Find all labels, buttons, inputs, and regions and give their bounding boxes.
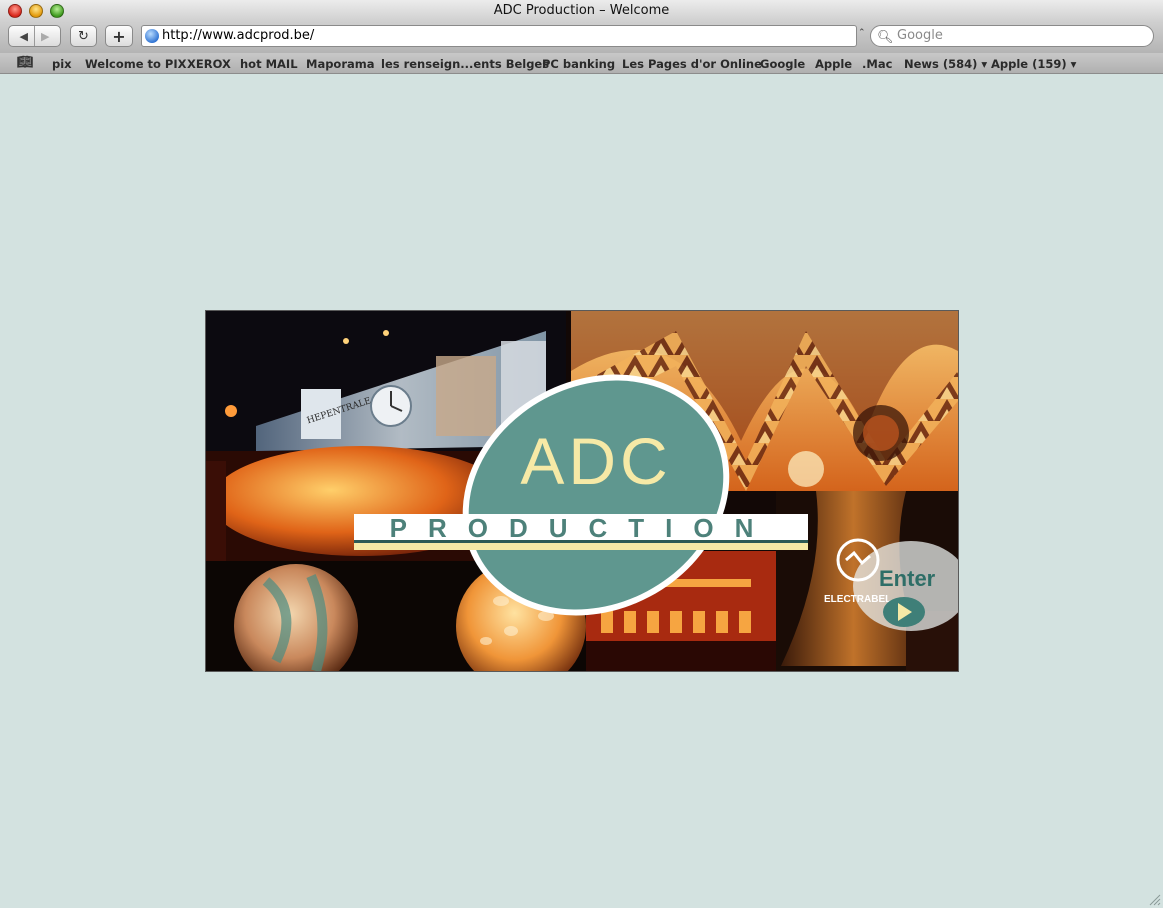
forward-button[interactable]: ▶ [41,30,49,43]
minimize-window-button[interactable] [29,4,43,18]
logo-sub-text: PRODUCTION [390,513,775,543]
resize-grip-icon[interactable] [1149,894,1161,906]
search-input[interactable]: 🔍︎ Google [870,25,1154,47]
bookmark-google[interactable]: Google [760,57,805,71]
bookmark-pc-banking[interactable]: PC banking [542,57,615,71]
address-bar[interactable]: http://www.adcprod.be/ [141,25,857,47]
bookmark-welcome-to-pix[interactable]: Welcome to PIX [85,57,187,71]
url-text: http://www.adcprod.be/ [162,28,315,43]
bookmarks-bar: 📖︎ pix Welcome to PIX XEROX hot MAIL Map… [0,53,1163,74]
search-icon: 🔍︎ [877,30,894,45]
globe-icon [145,29,159,43]
bookmark-renseignements-belges[interactable]: les renseign...ents Belges [381,57,549,71]
search-placeholder: Google [897,28,943,43]
reload-icon: ↻ [78,28,89,44]
back-button[interactable]: ◀ [20,30,28,43]
browser-toolbar: ◀ ▶ ↻ + http://www.adcprod.be/ ⌃ 🔍︎ Goog… [0,22,1163,53]
sponsor-label: ELECTRABEL [824,594,891,605]
banner-collage: HEPENTRALE ADC PRODUCTION ELECTRABEL Ent… [206,311,958,671]
reload-button[interactable]: ↻ [70,25,97,47]
title-bar: ADC Production – Welcome [0,0,1163,22]
bookmark-apple[interactable]: Apple [815,57,852,71]
logo-main-text: ADC [520,424,671,498]
divider [34,26,35,46]
bookmark-hot-mail[interactable]: hot MAIL [240,57,298,71]
bookmark-mac[interactable]: .Mac [862,57,892,71]
enter-label: Enter [879,566,936,591]
address-history-icon[interactable]: ⌃ [858,28,866,38]
bookmark-xerox[interactable]: XEROX [187,57,231,71]
zoom-window-button[interactable] [50,4,64,18]
bookmarks-book-icon[interactable]: 📖︎ [17,55,34,70]
bookmark-news-folder[interactable]: News (584) ▾ [904,57,987,71]
add-bookmark-button[interactable]: + [105,25,133,47]
bookmark-maporama[interactable]: Maporama [306,57,375,71]
plus-icon: + [112,26,126,46]
close-window-button[interactable] [8,4,22,18]
window-title: ADC Production – Welcome [493,3,670,18]
bookmark-pages-dor[interactable]: Les Pages d'or Online [622,57,762,71]
back-forward-control: ◀ ▶ [8,25,61,47]
bookmark-pix[interactable]: pix [52,57,72,71]
bookmark-apple-folder[interactable]: Apple (159) ▾ [991,57,1076,71]
splash-banner[interactable]: HEPENTRALE ADC PRODUCTION ELECTRABEL Ent… [205,310,959,672]
